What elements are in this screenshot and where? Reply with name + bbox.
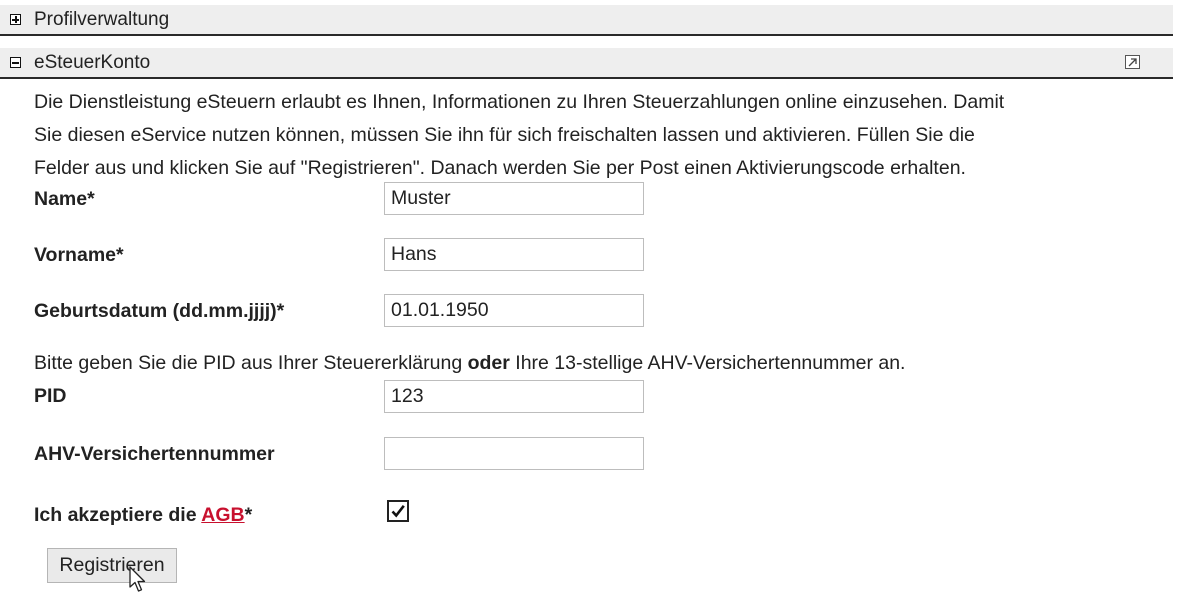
section-title[interactable]: eSteuerKonto xyxy=(34,52,150,74)
pid-label: PID xyxy=(34,385,67,407)
name-label: Name* xyxy=(34,188,95,210)
pid-note-bold: oder xyxy=(467,352,510,374)
intro-line: Sie diesen eService nutzen können, müsse… xyxy=(34,124,975,146)
vorname-label: Vorname* xyxy=(34,244,124,266)
pid-note-after: Ihre 13-stellige AHV-Versichertennummer … xyxy=(509,352,906,374)
popout-arrow-icon[interactable] xyxy=(1125,55,1140,69)
intro-text: Die Dienstleistung eSteuern erlaubt es I… xyxy=(34,86,1174,185)
pid-field[interactable] xyxy=(384,380,644,413)
checkmark-icon xyxy=(391,504,405,518)
ahv-field[interactable] xyxy=(384,437,644,470)
section-header-esteuerkonto[interactable]: eSteuerKonto xyxy=(0,48,1173,79)
section-header-profilverwaltung[interactable]: Profilverwaltung xyxy=(0,5,1173,36)
intro-line: Die Dienstleistung eSteuern erlaubt es I… xyxy=(34,91,1005,113)
agb-label: Ich akzeptiere die AGB* xyxy=(34,504,252,527)
agb-link[interactable]: AGB xyxy=(201,504,244,526)
vorname-field[interactable] xyxy=(384,238,644,271)
geburtsdatum-label: Geburtsdatum (dd.mm.jjjj)* xyxy=(34,300,285,322)
mouse-pointer-icon xyxy=(129,566,146,592)
registrieren-button[interactable]: Registrieren xyxy=(47,548,177,583)
section-title[interactable]: Profilverwaltung xyxy=(34,9,169,31)
pid-note-before: Bitte geben Sie die PID aus Ihrer Steuer… xyxy=(34,352,468,374)
ahv-label: AHV-Versichertennummer xyxy=(34,443,275,465)
agb-label-prefix: Ich akzeptiere die xyxy=(34,504,202,526)
collapse-minus-icon[interactable] xyxy=(10,57,21,68)
expand-plus-icon[interactable] xyxy=(10,14,21,25)
name-field[interactable] xyxy=(384,182,644,215)
geburtsdatum-field[interactable] xyxy=(384,294,644,327)
pid-instruction: Bitte geben Sie die PID aus Ihrer Steuer… xyxy=(34,352,905,375)
agb-checkbox[interactable] xyxy=(387,500,409,522)
agb-label-suffix: * xyxy=(244,504,253,526)
intro-line: Felder aus und klicken Sie auf "Registri… xyxy=(34,157,966,179)
